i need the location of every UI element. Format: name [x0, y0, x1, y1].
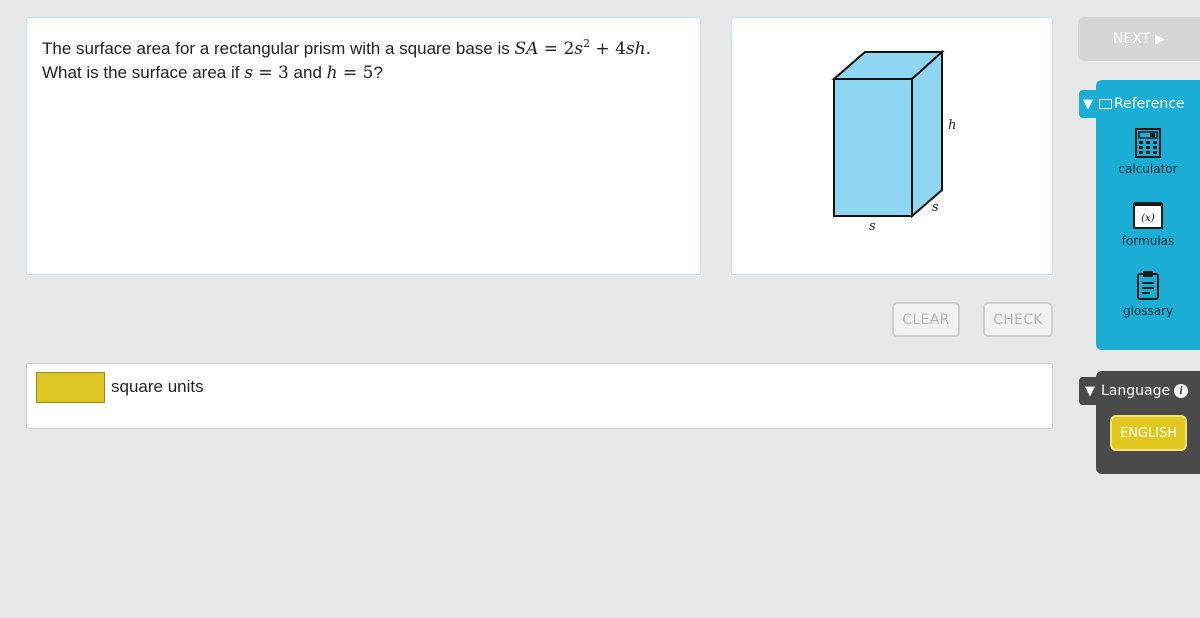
- label-s-front: s: [869, 219, 876, 234]
- language-title: Language: [1101, 383, 1171, 399]
- next-button[interactable]: NEXT ▶: [1078, 17, 1200, 61]
- answer-units: square units: [111, 377, 204, 396]
- english-button[interactable]: ENGLISH: [1110, 415, 1187, 451]
- figure-panel: h s s: [731, 17, 1053, 275]
- formulas-label: formulas: [1121, 234, 1175, 248]
- triangle-down-icon: ▼: [1085, 383, 1095, 399]
- answer-input[interactable]: [36, 372, 105, 403]
- play-arrow-icon: ▶: [1155, 31, 1166, 47]
- clipboard-icon: [1136, 270, 1160, 300]
- glossary-tool[interactable]: glossary: [1096, 270, 1200, 318]
- label-h: h: [948, 118, 956, 133]
- formulas-tool[interactable]: (x) formulas: [1096, 200, 1200, 248]
- prism-figure: h s s: [831, 49, 956, 234]
- reference-toggle[interactable]: ▼ Reference: [1079, 90, 1199, 118]
- question-line-1: The surface area for a rectangular prism…: [42, 37, 651, 59]
- question-text: The surface area for a rectangular prism…: [42, 37, 651, 85]
- question-panel: The surface area for a rectangular prism…: [26, 17, 701, 275]
- info-icon[interactable]: i: [1174, 384, 1189, 398]
- calculator-icon: [1135, 128, 1161, 158]
- book-icon: [1099, 99, 1112, 109]
- calculator-tool[interactable]: calculator: [1096, 128, 1200, 176]
- formulas-icon-text: (x): [1141, 213, 1155, 224]
- formulas-icon: (x): [1133, 200, 1163, 230]
- formula-lhs: SA: [514, 39, 539, 59]
- triangle-down-icon: ▼: [1083, 96, 1093, 112]
- clear-button[interactable]: CLEAR: [892, 302, 960, 337]
- glossary-label: glossary: [1122, 304, 1174, 318]
- question-line-2: What is the surface area if s = 3 and h …: [42, 63, 383, 83]
- check-button[interactable]: CHECK: [983, 302, 1053, 337]
- language-toggle[interactable]: ▼ Language i: [1079, 377, 1200, 405]
- calculator-label: calculator: [1118, 162, 1178, 176]
- answer-panel: square units: [26, 363, 1053, 429]
- prism-side-face: [911, 49, 943, 219]
- prism-front-face: [833, 78, 913, 217]
- reference-title: Reference: [1114, 96, 1185, 112]
- label-s-side: s: [932, 200, 939, 215]
- next-label: NEXT: [1112, 31, 1151, 47]
